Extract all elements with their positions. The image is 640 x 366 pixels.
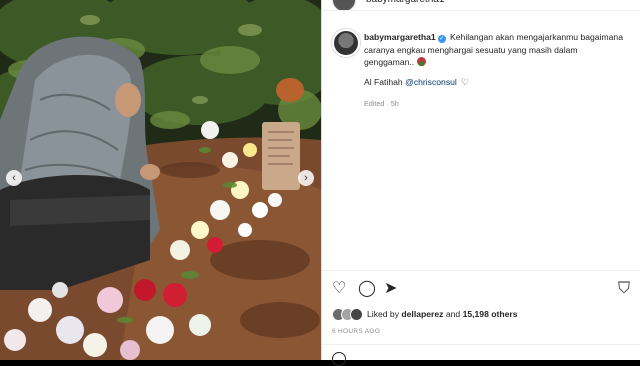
al-fatihah-text: Al Fatihah — [364, 77, 406, 87]
chevron-left-icon[interactable]: ‹ — [6, 170, 22, 186]
header-avatar[interactable] — [332, 0, 356, 10]
like-heart-icon[interactable]: ♡ — [332, 281, 346, 297]
post-side-panel: babymargaretha1 babymargaretha1✓ Kehilan… — [321, 0, 640, 366]
likes-count-link[interactable]: 15,198 others — [463, 309, 518, 319]
share-icon[interactable]: ➤ — [384, 281, 397, 297]
post-timestamp: 6 HOURS AGO — [332, 328, 381, 335]
bookmark-save-icon[interactable]: ⛉ — [618, 281, 630, 297]
emoji-picker-icon[interactable] — [332, 352, 346, 366]
verified-badge-icon: ✓ — [437, 35, 446, 43]
liked-by-prefix: Liked by — [367, 309, 402, 319]
mention-link[interactable]: @chrisconsul — [405, 77, 457, 87]
likes-summary: Liked by dellaperez and 15,198 others — [332, 307, 518, 321]
caption-username[interactable]: babymargaretha1 — [364, 32, 436, 42]
rose-emoji-icon — [416, 57, 426, 67]
liked-by-middle: and — [443, 309, 463, 319]
heart-emoji-icon: ♡ — [460, 77, 469, 87]
post-photo[interactable]: ‹ › — [0, 0, 321, 360]
comment-icon[interactable]: ◯ — [358, 281, 376, 297]
header-divider — [322, 10, 640, 11]
header-username[interactable]: babymargaretha1 — [366, 0, 444, 5]
chevron-right-icon[interactable]: › — [298, 170, 314, 186]
likes-text: Liked by dellaperez and 15,198 others — [367, 309, 518, 319]
post-header-strip: babymargaretha1 — [322, 0, 640, 10]
edited-timestamp: Edited · 5h — [364, 99, 399, 108]
liker-avatar-3 — [350, 307, 363, 321]
comment-divider — [322, 344, 640, 345]
post-caption: babymargaretha1 ✓ Kehilangan akan mengaja… — [364, 31, 629, 69]
caption-line-al-fatihah: Al Fatihah @chrisconsul ♡ — [364, 77, 469, 88]
grave-photo-illustration — [0, 0, 321, 360]
liked-by-user-link[interactable]: dellaperez — [401, 309, 443, 319]
actions-divider — [322, 270, 640, 271]
avatar[interactable] — [332, 29, 360, 57]
